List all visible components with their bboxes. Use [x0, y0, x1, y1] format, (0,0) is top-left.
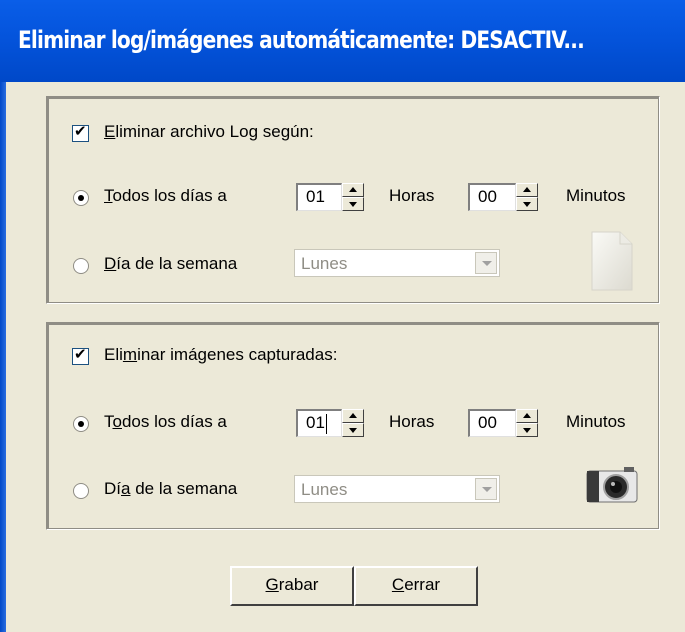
window-title: Eliminar log/imágenes automáticamente: D…: [18, 26, 585, 54]
log-daily-mnemonic: T: [104, 186, 113, 205]
title-bar[interactable]: Eliminar log/imágenes automáticamente: D…: [0, 0, 685, 82]
images-weekday-mnemonic: a: [121, 479, 131, 498]
log-hours-up-button[interactable]: [342, 183, 364, 197]
log-hours-label: Horas: [389, 186, 435, 205]
log-minutes-spinner[interactable]: [516, 183, 538, 211]
log-weekday-select-value: Lunes: [301, 254, 348, 273]
delete-log-label-mnemonic: E: [104, 122, 116, 141]
log-minutes-up-button[interactable]: [516, 183, 538, 197]
close-mnemonic: C: [391, 575, 405, 594]
dialog-window: Eliminar log/imágenes automáticamente: D…: [0, 0, 685, 632]
log-weekday-radio[interactable]: [73, 258, 89, 274]
camera-icon: [586, 467, 638, 503]
images-minutes-input[interactable]: 00: [468, 409, 516, 437]
delete-images-mnemonic: m: [122, 345, 138, 364]
images-daily-radio[interactable]: [73, 416, 89, 432]
images-hours-down-button[interactable]: [342, 423, 364, 437]
images-daily-mnemonic: o: [112, 412, 122, 431]
images-weekday-select-value: Lunes: [301, 480, 348, 499]
images-weekday-label[interactable]: Día de la semana: [104, 479, 237, 499]
images-daily-label[interactable]: Todos los días a: [104, 412, 227, 432]
log-minutes-label: Minutos: [566, 186, 626, 205]
images-minutes-spinner[interactable]: [516, 409, 538, 437]
log-hours-spinner[interactable]: [342, 183, 364, 211]
save-button[interactable]: Grabar: [230, 566, 354, 606]
log-daily-label[interactable]: Todos los días a: [104, 186, 227, 206]
log-minutes-down-button[interactable]: [516, 197, 538, 211]
chevron-down-icon[interactable]: [475, 478, 497, 500]
images-hours-label: Horas: [389, 412, 435, 431]
log-daily-radio[interactable]: [73, 190, 89, 206]
text-caret: [325, 413, 327, 434]
images-hours-up-button[interactable]: [342, 409, 364, 423]
images-hours-input[interactable]: 01: [296, 409, 342, 437]
delete-log-checkbox[interactable]: [72, 122, 89, 142]
images-minutes-down-button[interactable]: [516, 423, 538, 437]
images-weekday-radio[interactable]: [73, 483, 89, 499]
chevron-down-icon[interactable]: [475, 252, 497, 274]
images-hours-spinner[interactable]: [342, 409, 364, 437]
log-hours-down-button[interactable]: [342, 197, 364, 211]
images-minutes-label: Minutos: [566, 412, 626, 431]
delete-images-label[interactable]: Eliminar imágenes capturadas:: [104, 345, 337, 365]
delete-log-label-text: liminar archivo Log según:: [115, 122, 314, 141]
images-weekday-select[interactable]: Lunes: [294, 475, 500, 503]
log-hours-input[interactable]: 01: [296, 183, 342, 211]
log-weekday-mnemonic: D: [104, 254, 117, 273]
delete-log-label[interactable]: Eliminar archivo Log según:: [104, 122, 314, 142]
delete-images-checkbox[interactable]: [72, 345, 89, 365]
close-button[interactable]: Cerrar: [354, 566, 478, 606]
save-mnemonic: G: [265, 575, 279, 594]
images-hours-value: 01: [306, 413, 325, 432]
log-minutes-input[interactable]: 00: [468, 183, 516, 211]
document-icon: [591, 231, 633, 291]
log-weekday-select[interactable]: Lunes: [294, 249, 500, 277]
images-minutes-up-button[interactable]: [516, 409, 538, 423]
log-weekday-label[interactable]: Día de la semana: [104, 254, 237, 274]
